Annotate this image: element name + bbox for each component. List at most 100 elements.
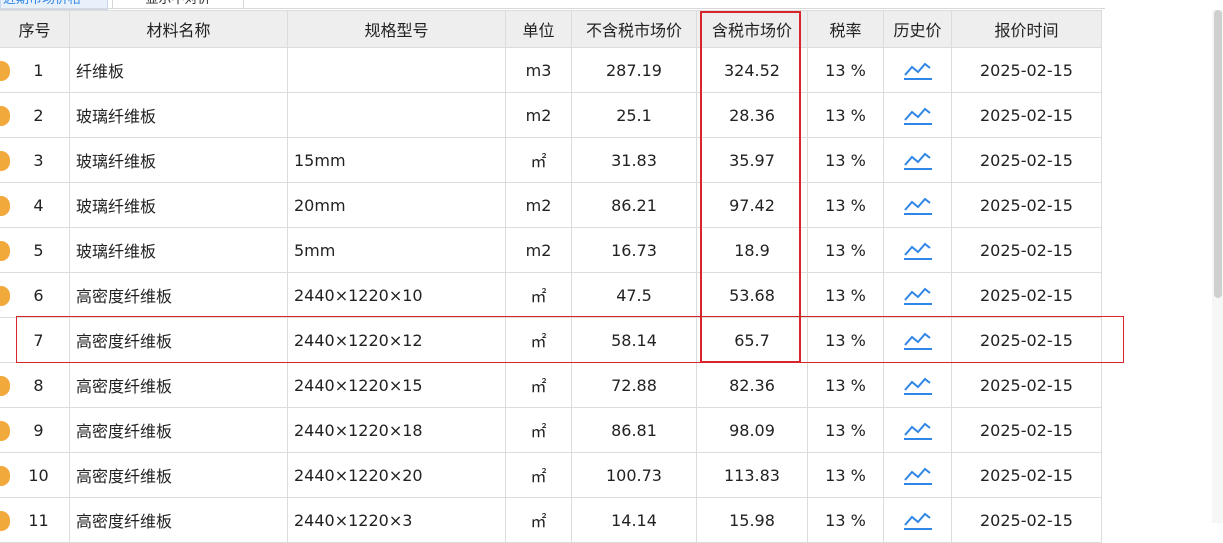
table-row[interactable]: 2 玻璃纤维板 m2 25.1 28.36 13 % 2025-02-15 xyxy=(0,92,1102,138)
cell-unit: m3 xyxy=(505,47,572,93)
col-header-price-inc-tax[interactable]: 含税市场价 xyxy=(696,10,808,48)
trend-chart-icon[interactable] xyxy=(883,272,952,318)
row-seq: 5 xyxy=(33,240,44,260)
cell-seq: 11 xyxy=(0,497,70,543)
table-row[interactable]: 6 高密度纤维板 2440×1220×10 ㎡ 47.5 53.68 13 % 2025-02… xyxy=(0,272,1102,318)
cell-unit: m2 xyxy=(505,92,572,138)
cell-price-inc-tax: 18.9 xyxy=(696,227,808,273)
cell-price-ex-tax: 58.14 xyxy=(571,317,697,363)
cell-spec: 2440×1220×15 xyxy=(287,362,506,408)
cell-price-inc-tax: 15.98 xyxy=(696,497,808,543)
trend-chart-icon[interactable] xyxy=(883,92,952,138)
cell-price-inc-tax: 98.09 xyxy=(696,407,808,453)
tab-divider xyxy=(0,8,1105,9)
col-header-tax-rate[interactable]: 税率 xyxy=(807,10,884,48)
row-seq: 2 xyxy=(33,105,44,125)
table-header-row: 序号 材料名称 规格型号 单位 不含税市场价 含税市场价 税率 历史价 报价时间 xyxy=(0,10,1102,48)
row-seq: 7 xyxy=(33,330,44,350)
cell-price-ex-tax: 16.73 xyxy=(571,227,697,273)
cell-unit: ㎡ xyxy=(505,497,572,543)
trend-chart-icon[interactable] xyxy=(883,407,952,453)
table-row[interactable]: 9 高密度纤维板 2440×1220×18 ㎡ 86.81 98.09 13 % 2025-0… xyxy=(0,407,1102,453)
col-header-quote-date[interactable]: 报价时间 xyxy=(951,10,1102,48)
trend-chart-icon[interactable] xyxy=(883,137,952,183)
scrollbar-thumb[interactable] xyxy=(1214,10,1222,298)
tab-bar: 近期市场价格 显示不对价 xyxy=(0,0,1223,10)
cell-quote-date: 2025-02-15 xyxy=(951,47,1102,93)
trend-chart-icon[interactable] xyxy=(883,227,952,273)
col-header-price-ex-tax[interactable]: 不含税市场价 xyxy=(571,10,697,48)
price-table: 序号 材料名称 规格型号 单位 不含税市场价 含税市场价 税率 历史价 报价时间… xyxy=(0,10,1102,543)
cell-spec xyxy=(287,47,506,93)
cell-price-inc-tax: 65.7 xyxy=(696,317,808,363)
cell-unit: ㎡ xyxy=(505,137,572,183)
cell-quote-date: 2025-02-15 xyxy=(951,407,1102,453)
col-header-spec[interactable]: 规格型号 xyxy=(287,10,506,48)
cell-material-name: 玻璃纤维板 xyxy=(69,227,288,273)
trend-chart-icon[interactable] xyxy=(883,497,952,543)
cell-material-name: 玻璃纤维板 xyxy=(69,137,288,183)
table-row[interactable]: 5 玻璃纤维板 5mm m2 16.73 18.9 13 % 2025-02-15 xyxy=(0,227,1102,273)
cell-price-ex-tax: 25.1 xyxy=(571,92,697,138)
cell-quote-date: 2025-02-15 xyxy=(951,362,1102,408)
table-row[interactable]: 3 玻璃纤维板 15mm ㎡ 31.83 35.97 13 % 2025-02-15 xyxy=(0,137,1102,183)
table-row[interactable]: 7 高密度纤维板 2440×1220×12 ㎡ 58.14 65.7 13 % 2025-02… xyxy=(0,317,1102,363)
cell-material-name: 玻璃纤维板 xyxy=(69,92,288,138)
cell-material-name: 玻璃纤维板 xyxy=(69,182,288,228)
cell-seq: 2 xyxy=(0,92,70,138)
row-seq: 11 xyxy=(28,510,49,530)
col-header-unit[interactable]: 单位 xyxy=(505,10,572,48)
trend-chart-icon[interactable] xyxy=(883,47,952,93)
cell-unit: ㎡ xyxy=(505,452,572,498)
table-row[interactable]: 11 高密度纤维板 2440×1220×3 ㎡ 14.14 15.98 13 % 2025-0… xyxy=(0,497,1102,543)
cell-price-ex-tax: 100.73 xyxy=(571,452,697,498)
cell-quote-date: 2025-02-15 xyxy=(951,182,1102,228)
cell-spec: 2440×1220×10 xyxy=(287,272,506,318)
cell-material-name: 纤维板 xyxy=(69,47,288,93)
cell-spec: 5mm xyxy=(287,227,506,273)
cell-material-name: 高密度纤维板 xyxy=(69,362,288,408)
trend-chart-icon[interactable] xyxy=(883,362,952,408)
table-row[interactable]: 8 高密度纤维板 2440×1220×15 ㎡ 72.88 82.36 13 % 2025-0… xyxy=(0,362,1102,408)
cell-seq: 10 xyxy=(0,452,70,498)
row-seq: 8 xyxy=(33,375,44,395)
table-row[interactable]: 4 玻璃纤维板 20mm m2 86.21 97.42 13 % 2025-02-15 xyxy=(0,182,1102,228)
cell-seq: 3 xyxy=(0,137,70,183)
table-row[interactable]: 10 高密度纤维板 2440×1220×20 ㎡ 100.73 113.83 13 % 202… xyxy=(0,452,1102,498)
cell-price-inc-tax: 28.36 xyxy=(696,92,808,138)
cell-spec: 2440×1220×20 xyxy=(287,452,506,498)
table-row[interactable]: 1 纤维板 m3 287.19 324.52 13 % 2025-02-15 xyxy=(0,47,1102,93)
col-header-name[interactable]: 材料名称 xyxy=(69,10,288,48)
row-seq: 4 xyxy=(33,195,44,215)
cell-unit: ㎡ xyxy=(505,362,572,408)
trend-chart-icon[interactable] xyxy=(883,182,952,228)
cell-material-name: 高密度纤维板 xyxy=(69,497,288,543)
cell-price-ex-tax: 86.81 xyxy=(571,407,697,453)
cell-price-inc-tax: 324.52 xyxy=(696,47,808,93)
cell-seq: 9 xyxy=(0,407,70,453)
cell-price-inc-tax: 113.83 xyxy=(696,452,808,498)
cell-unit: ㎡ xyxy=(505,407,572,453)
cell-spec: 2440×1220×18 xyxy=(287,407,506,453)
cell-seq: 4 xyxy=(0,182,70,228)
col-header-seq[interactable]: 序号 xyxy=(0,10,70,48)
cell-material-name: 高密度纤维板 xyxy=(69,407,288,453)
cell-quote-date: 2025-02-15 xyxy=(951,227,1102,273)
cell-seq: 7 xyxy=(0,317,70,363)
cell-tax-rate: 13 % xyxy=(807,497,884,543)
cell-material-name: 高密度纤维板 xyxy=(69,317,288,363)
row-seq: 10 xyxy=(28,465,49,485)
cell-tax-rate: 13 % xyxy=(807,272,884,318)
trend-chart-icon[interactable] xyxy=(883,317,952,363)
cell-price-ex-tax: 72.88 xyxy=(571,362,697,408)
cell-seq: 8 xyxy=(0,362,70,408)
cell-tax-rate: 13 % xyxy=(807,137,884,183)
col-header-history[interactable]: 历史价 xyxy=(883,10,952,48)
cell-price-inc-tax: 82.36 xyxy=(696,362,808,408)
cell-price-ex-tax: 14.14 xyxy=(571,497,697,543)
cell-unit: m2 xyxy=(505,227,572,273)
cell-material-name: 高密度纤维板 xyxy=(69,272,288,318)
cell-spec: 2440×1220×3 xyxy=(287,497,506,543)
cell-tax-rate: 13 % xyxy=(807,92,884,138)
trend-chart-icon[interactable] xyxy=(883,452,952,498)
